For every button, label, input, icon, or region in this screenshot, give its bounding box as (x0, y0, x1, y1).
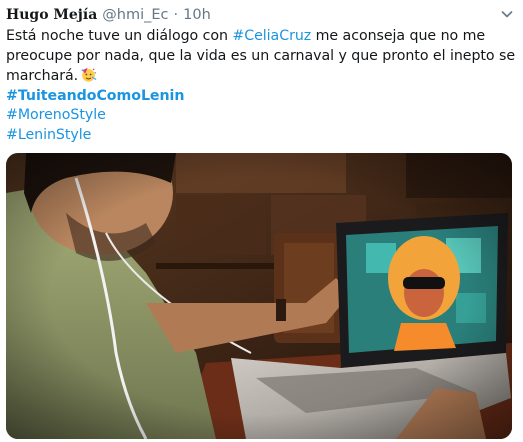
author-handle[interactable]: @hmi_Ec (102, 7, 168, 23)
tweet-card[interactable]: Hugo Mejía @hmi_Ec · 10h Está noche tuve… (0, 0, 523, 442)
hashtag-celiacruz[interactable]: #CeliaCruz (232, 28, 311, 44)
hashtag-leninstyle[interactable]: #LeninStyle (6, 126, 511, 146)
hashtag-morenostyle[interactable]: #MorenoStyle (6, 106, 511, 126)
tweet-header: Hugo Mejía @hmi_Ec · 10h (6, 4, 211, 26)
tweet-text-line: preocupe por nada, que la vida es un car… (6, 47, 516, 64)
partying-face-icon (81, 67, 97, 82)
tweet-media-photo[interactable] (6, 153, 512, 439)
photo-image (6, 153, 512, 439)
tweet-text-segment: marchará. (6, 68, 79, 84)
tweet-text-segment: me aconseja que no me (311, 28, 486, 44)
tweet-timestamp[interactable]: 10h (183, 7, 211, 23)
separator-dot: · (173, 7, 179, 23)
tweet-text: Está noche tuve un diálogo con #CeliaCru… (6, 27, 516, 146)
author-display-name[interactable]: Hugo Mejía (6, 7, 97, 23)
chevron-down-icon[interactable] (499, 6, 515, 22)
tweet-text-segment: Está noche tuve un diálogo con (6, 28, 233, 44)
hashtag-tuiteandocomolenin[interactable]: #TuiteandoComoLenin (6, 87, 511, 107)
